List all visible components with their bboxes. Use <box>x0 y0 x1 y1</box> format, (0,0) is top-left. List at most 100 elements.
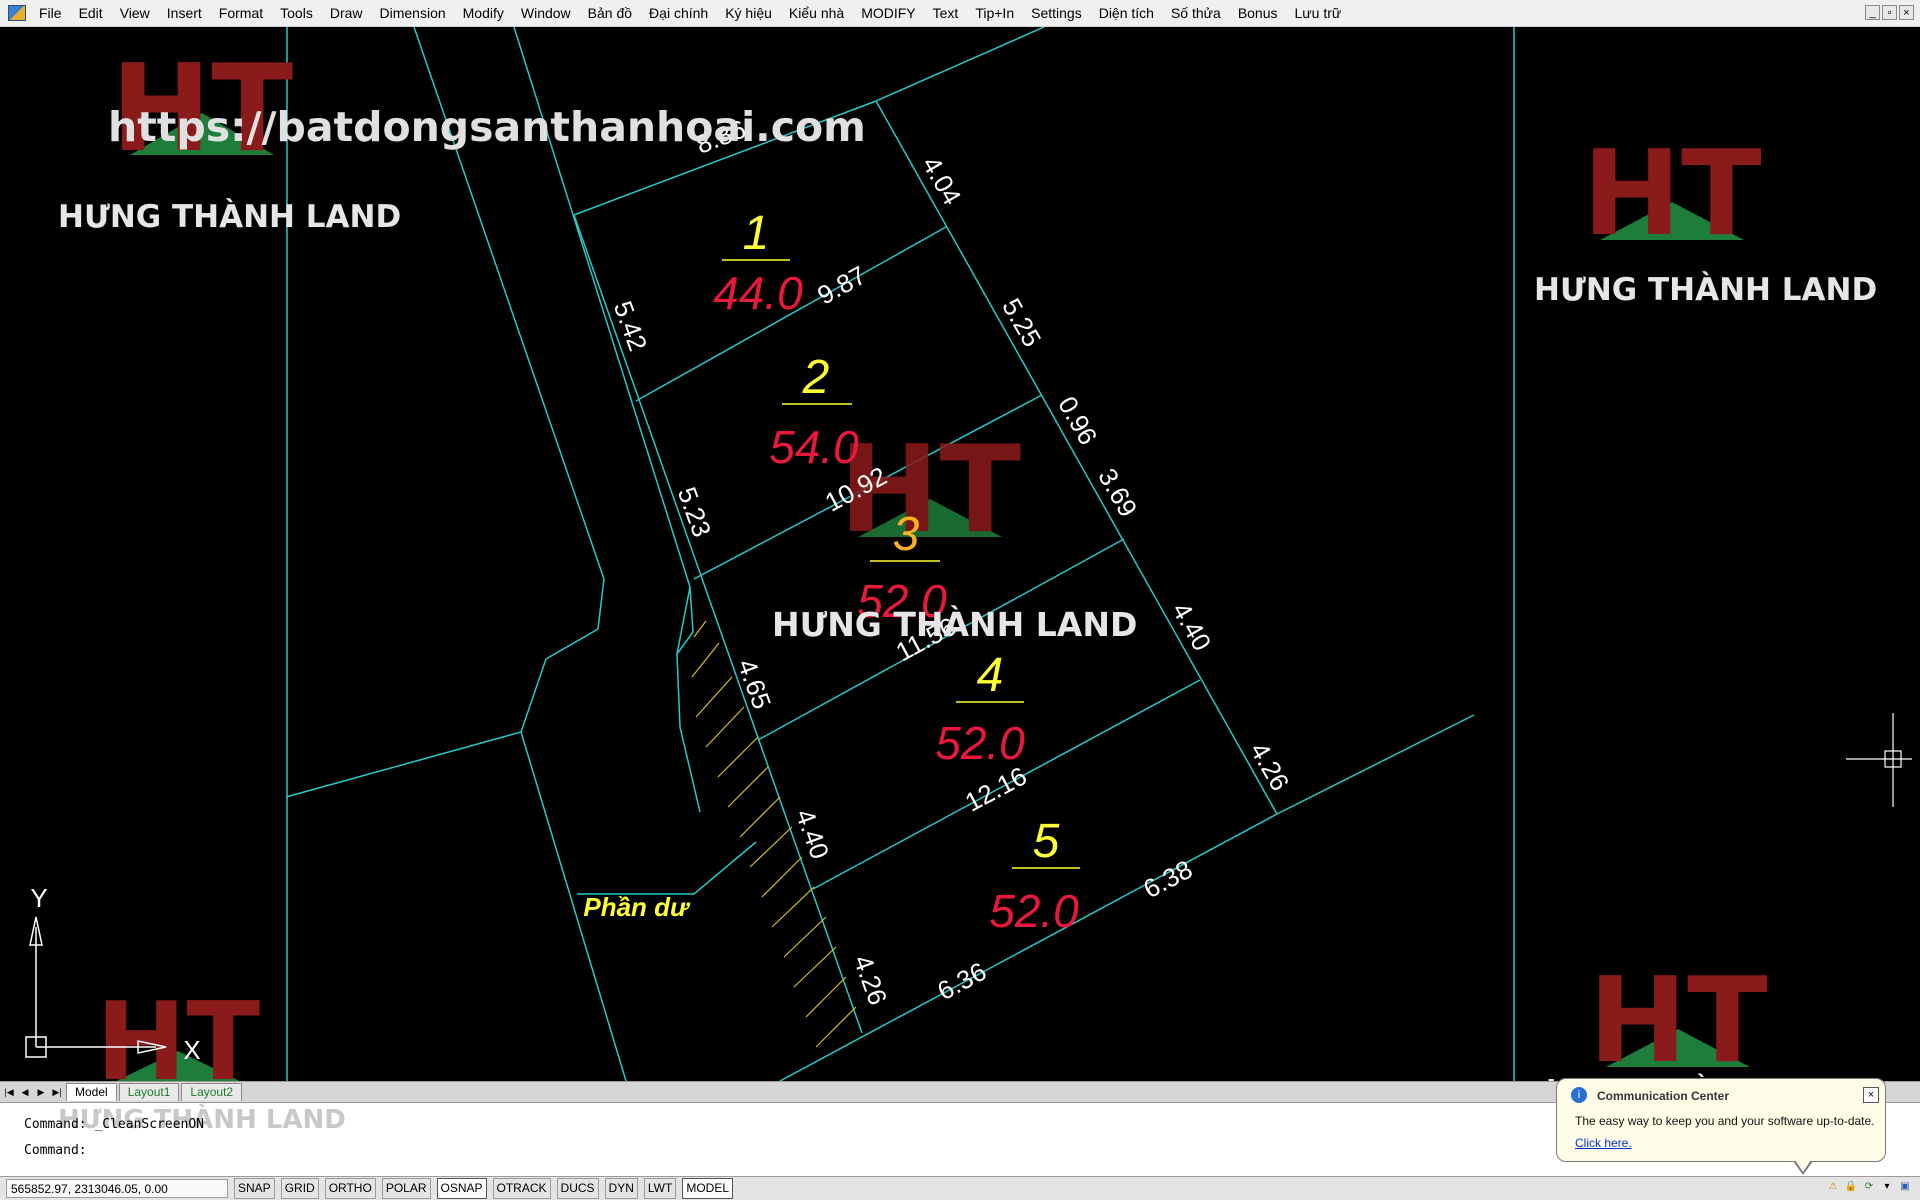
otrack-toggle[interactable]: OTRACK <box>492 1178 551 1199</box>
menu-item[interactable]: View <box>111 0 158 27</box>
dim-label: 9.87 <box>812 260 871 311</box>
close-button[interactable]: × <box>1899 5 1914 20</box>
app-icon[interactable] <box>8 5 26 21</box>
parcel-bottom-boundary <box>779 714 1475 1081</box>
menu-item[interactable]: Dimension <box>371 0 454 27</box>
lock-icon[interactable]: 🔒 <box>1844 1180 1858 1194</box>
tab-model[interactable]: Model <box>66 1083 117 1101</box>
menu-item[interactable]: Đại chính <box>640 0 716 27</box>
watermark-logo-top-right: HT <box>1582 124 1761 262</box>
ducs-toggle[interactable]: DUCS <box>556 1178 599 1199</box>
last-tab-button[interactable]: ▶| <box>50 1085 64 1099</box>
drawing-canvas[interactable]: HT HT HT HT HT 1 44.0 2 54.0 3 52.0 4 52… <box>6 27 1920 1081</box>
parcel-number-4: 4 <box>977 649 1004 702</box>
notification-balloon: i Communication Center × The easy way to… <box>1556 1078 1886 1175</box>
menu-item[interactable]: Text <box>924 0 967 27</box>
menu-item[interactable]: Số thửa <box>1162 0 1229 27</box>
parcel-area-1: 44.0 <box>713 267 803 319</box>
tab-layout2[interactable]: Layout2 <box>181 1083 243 1101</box>
dim-label: 6.36 <box>932 956 991 1006</box>
menu-item[interactable]: Modify <box>454 0 512 27</box>
menu-item[interactable]: File <box>30 0 70 27</box>
minimize-button[interactable]: _ <box>1865 5 1880 20</box>
cad-drawing[interactable]: HT HT HT HT HT 1 44.0 2 54.0 3 52.0 4 52… <box>6 27 1920 1081</box>
dim-label: 4.65 <box>732 655 778 713</box>
menu-item[interactable]: Lưu trữ <box>1286 0 1350 27</box>
watermark-brand-center: HƯNG THÀNH LAND <box>772 605 1138 644</box>
lwt-toggle[interactable]: LWT <box>643 1178 677 1199</box>
dim-label: 4.26 <box>1244 737 1295 796</box>
chevron-down-icon[interactable]: ▾ <box>1880 1180 1894 1194</box>
clean-screen-icon[interactable]: ▣ <box>1898 1180 1912 1194</box>
coordinate-readout[interactable]: 565852.97, 2313046.05, 0.00 <box>6 1179 228 1198</box>
parcel-area-4: 52.0 <box>935 717 1025 769</box>
prev-tab-button[interactable]: ◀ <box>18 1085 32 1099</box>
parcel-number-2: 2 <box>802 351 830 404</box>
warning-icon[interactable]: ⚠ <box>1826 1180 1840 1194</box>
svg-text:HT: HT <box>1582 124 1761 262</box>
menu-item[interactable]: Format <box>210 0 271 27</box>
dim-label: 4.40 <box>790 805 836 863</box>
svg-text:HT: HT <box>1588 951 1767 1081</box>
ortho-toggle[interactable]: ORTHO <box>324 1178 376 1199</box>
menu-item[interactable]: Edit <box>70 0 111 27</box>
notification-title: Communication Center <box>1597 1089 1730 1103</box>
restore-button[interactable]: ▫ <box>1882 5 1897 20</box>
window-controls: _ ▫ × <box>1865 5 1914 20</box>
dimension-labels: 8.86 4.04 9.87 5.42 5.25 0.96 3.69 10.92… <box>608 114 1296 1009</box>
notification-link[interactable]: Click here. <box>1575 1136 1632 1150</box>
parcel-number-1: 1 <box>743 207 770 260</box>
phan-du-leader <box>577 841 757 895</box>
dim-label: 3.69 <box>1092 463 1143 522</box>
menu-list: File Edit View Insert Format Tools Draw Dimensi… <box>30 0 1349 27</box>
dim-label: 12.16 <box>960 761 1032 818</box>
dyn-toggle[interactable]: DYN <box>604 1178 638 1199</box>
crosshair-cursor <box>1846 713 1912 807</box>
menu-item[interactable]: Bản đồ <box>579 0 640 27</box>
tab-layout1[interactable]: Layout1 <box>118 1083 180 1101</box>
parcel-number-5: 5 <box>1033 815 1060 868</box>
parcel-area-5: 52.0 <box>989 885 1079 937</box>
polar-toggle[interactable]: POLAR <box>381 1178 431 1199</box>
ucs-y-label: Y <box>30 883 47 913</box>
grid-toggle[interactable]: GRID <box>280 1178 319 1199</box>
status-tray: ⚠ 🔒 ⟳ ▾ ▣ <box>1826 1180 1912 1194</box>
menu-item[interactable]: Tip+In <box>966 0 1022 27</box>
osnap-toggle[interactable]: OSNAP <box>436 1178 487 1199</box>
dim-label: 4.40 <box>1166 597 1217 656</box>
balloon-tail-fill <box>1795 1160 1811 1172</box>
menu-item[interactable]: Insert <box>158 0 210 27</box>
next-tab-button[interactable]: ▶ <box>34 1085 48 1099</box>
notification-message: The easy way to keep you and your softwa… <box>1575 1114 1875 1128</box>
menu-item[interactable]: Kiểu nhà <box>780 0 852 27</box>
phan-du-hatch <box>691 620 857 1048</box>
watermark-logo-bottom-left: HT <box>96 980 260 1081</box>
watermark-brand-top-right: HƯNG THÀNH LAND <box>1534 272 1878 308</box>
notification-close-button[interactable]: × <box>1863 1087 1879 1103</box>
first-tab-button[interactable]: |◀ <box>2 1085 16 1099</box>
menu-item[interactable]: Diện tích <box>1090 0 1162 27</box>
dim-label: 4.26 <box>848 951 894 1009</box>
menu-item[interactable]: MODIFY <box>852 0 923 27</box>
info-icon: i <box>1571 1087 1587 1103</box>
status-bar: 565852.97, 2313046.05, 0.00 SNAP GRID OR… <box>0 1176 1920 1200</box>
dim-label: 4.04 <box>916 151 967 210</box>
menu-item[interactable]: Bonus <box>1229 0 1286 27</box>
phan-du-label: Phần dư <box>583 892 691 922</box>
snap-toggle[interactable]: SNAP <box>234 1178 275 1199</box>
watermark-brand-top-left: HƯNG THÀNH LAND <box>58 199 402 235</box>
model-toggle[interactable]: MODEL <box>682 1178 734 1199</box>
menu-item[interactable]: Settings <box>1022 0 1090 27</box>
menu-item[interactable]: Ký hiệu <box>716 0 780 27</box>
menu-item[interactable]: Tools <box>271 0 321 27</box>
parcel-number-3: 3 <box>893 508 920 561</box>
menu-item[interactable]: Draw <box>321 0 371 27</box>
dim-label: 5.23 <box>672 483 718 541</box>
ucs-x-label: X <box>183 1035 200 1065</box>
menu-item[interactable]: Window <box>512 0 579 27</box>
menu-bar: File Edit View Insert Format Tools Draw Dimensi… <box>0 0 1920 27</box>
dim-label: 5.25 <box>996 293 1047 352</box>
watermark-url: https://batdongsanthanhoai.com <box>108 103 866 151</box>
command-prompt[interactable]: Command: <box>24 1143 87 1158</box>
update-icon[interactable]: ⟳ <box>1862 1180 1876 1194</box>
